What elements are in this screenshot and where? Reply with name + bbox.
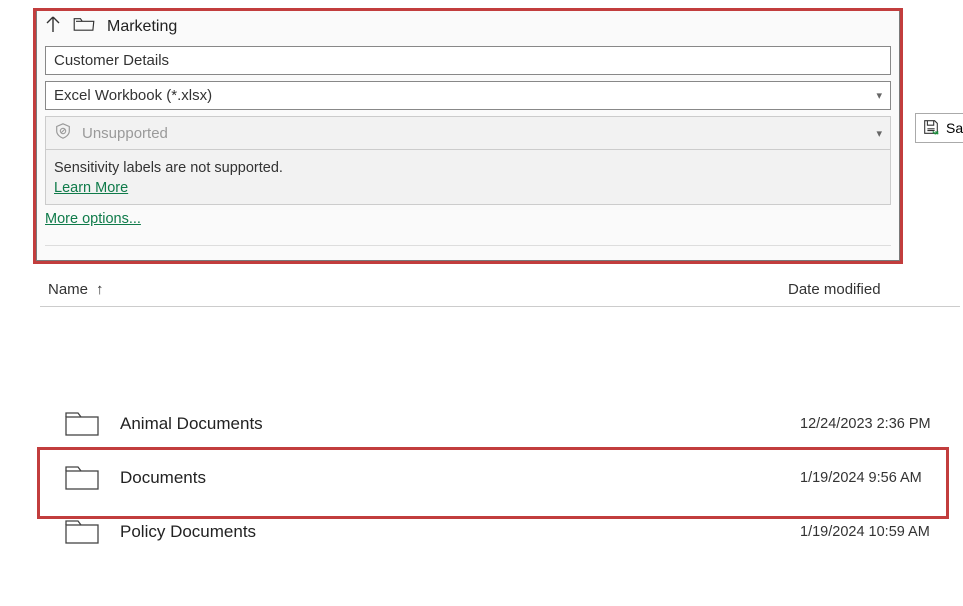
chevron-down-icon: ▾ [876,127,882,140]
save-panel: Marketing Excel Workbook (*.xlsx) ▾ Unsu… [33,8,903,264]
save-button[interactable]: Sa [915,113,963,143]
shield-icon [54,122,72,144]
folder-icon [64,519,100,545]
up-arrow-icon[interactable] [45,15,61,38]
save-icon [922,118,940,139]
filetype-selected: Excel Workbook (*.xlsx) [54,87,212,104]
folder-open-icon [73,16,95,37]
file-list: Name ↑ Date modified Animal Documents 12… [40,275,960,559]
sensitivity-message-text: Sensitivity labels are not supported. [54,160,882,176]
list-item[interactable]: Documents 1/19/2024 9:56 AM [40,451,960,505]
filename-input[interactable] [45,46,891,75]
row-name: Animal Documents [120,414,800,434]
breadcrumb-current[interactable]: Marketing [107,18,177,36]
row-date: 1/19/2024 10:59 AM [800,524,930,540]
chevron-down-icon: ▾ [876,89,882,102]
breadcrumb: Marketing [37,11,899,44]
sensitivity-label: Unsupported [82,125,168,142]
list-item[interactable]: Animal Documents 12/24/2023 2:36 PM [40,397,960,451]
column-date-header[interactable]: Date modified [788,281,960,298]
row-name: Policy Documents [120,522,800,542]
folder-icon [64,465,100,491]
more-options-link[interactable]: More options... [37,205,149,245]
folder-icon [64,411,100,437]
list-item[interactable]: Policy Documents 1/19/2024 10:59 AM [40,505,960,559]
learn-more-link[interactable]: Learn More [54,180,128,196]
save-button-label: Sa [946,120,963,136]
list-header: Name ↑ Date modified [40,275,960,307]
column-name-header[interactable]: Name ↑ [48,281,788,298]
row-name: Documents [120,468,800,488]
sensitivity-message-box: Sensitivity labels are not supported. Le… [45,150,891,205]
sensitivity-select[interactable]: Unsupported ▾ [45,116,891,150]
row-date: 1/19/2024 9:56 AM [800,470,922,486]
row-date: 12/24/2023 2:36 PM [800,416,931,432]
filetype-select[interactable]: Excel Workbook (*.xlsx) ▾ [45,81,891,110]
sort-ascending-icon: ↑ [96,281,104,298]
